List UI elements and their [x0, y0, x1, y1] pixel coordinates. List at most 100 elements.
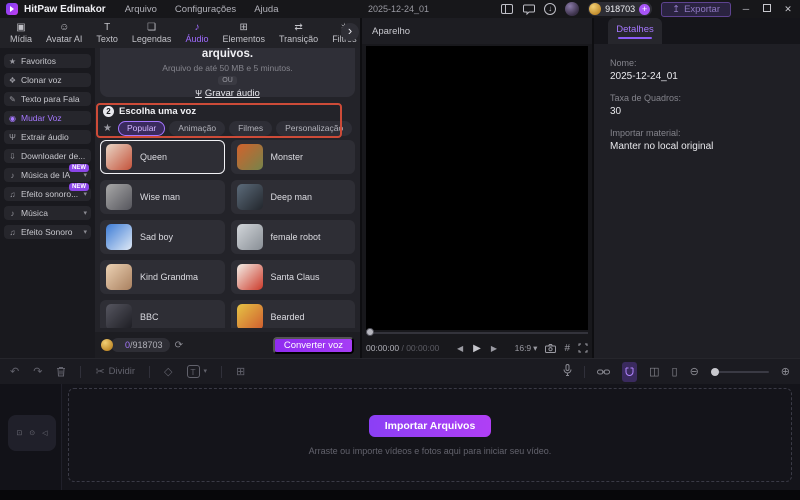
sidebar-item-musica[interactable]: ♪ Música ▾: [4, 206, 91, 220]
refresh-icon[interactable]: ⟳: [175, 340, 183, 351]
voice-card-santa-claus[interactable]: Santa Claus: [230, 260, 355, 294]
text-tool-button[interactable]: T ▾: [186, 365, 207, 378]
add-credits-icon[interactable]: +: [639, 3, 651, 15]
sidebar-item-downloader[interactable]: ⇩ Downloader de...: [4, 149, 91, 163]
voice-card-monster[interactable]: Monster: [230, 140, 355, 174]
voice-avatar: [236, 184, 263, 210]
window-bottom-edge: [0, 490, 800, 500]
tab-legendas[interactable]: ❏ Legendas: [126, 18, 178, 48]
microphone-icon: Ψ: [9, 132, 16, 142]
previous-frame-icon[interactable]: ◀: [457, 344, 463, 353]
seek-bar[interactable]: [366, 332, 588, 334]
voice-card-deep-man[interactable]: Deep man: [230, 180, 355, 214]
snapshot-icon[interactable]: [545, 343, 557, 353]
app-logo-icon: [6, 3, 18, 15]
tab-texto[interactable]: T Texto: [90, 18, 124, 48]
caret-down-icon: ▾: [83, 229, 87, 236]
menu-configuracoes[interactable]: Configurações: [166, 4, 245, 15]
maximize-button[interactable]: [761, 4, 773, 14]
zoom-slider-handle[interactable]: [710, 367, 719, 376]
sidebar-item-favoritos[interactable]: ★ Favoritos: [4, 54, 91, 68]
seek-handle[interactable]: [366, 328, 374, 336]
credits-badge[interactable]: 918703 +: [588, 2, 653, 16]
video-viewport[interactable]: [366, 46, 588, 330]
speaker-icon[interactable]: ◁: [42, 429, 47, 437]
timeline-zoom-slider[interactable]: [710, 367, 769, 376]
text-tool-icon: T: [186, 365, 200, 378]
delete-icon[interactable]: [56, 366, 66, 377]
layout-panels-icon[interactable]: [500, 3, 513, 16]
downloader-icon: ⇩: [9, 151, 16, 161]
voiceover-microphone-icon[interactable]: [563, 363, 572, 381]
voice-card-kind-grandma[interactable]: Kind Grandma: [100, 260, 225, 294]
sidebar-item-efeito-sonoro[interactable]: ♫ Efeito Sonoro ▾: [4, 225, 91, 239]
snap-icon[interactable]: [622, 361, 638, 382]
sidebar-item-mudar-voz[interactable]: ◉ Mudar Voz: [4, 111, 91, 125]
category-tab-popular[interactable]: Popular: [117, 121, 166, 136]
ripple-edit-icon[interactable]: ◫: [649, 365, 659, 378]
ribbon-more-button[interactable]: ›: [341, 23, 359, 41]
titlebar: HitPaw Edimakor Arquivo Configurações Aj…: [0, 0, 800, 18]
voice-card-queen[interactable]: Queen: [100, 140, 225, 174]
new-badge: NEW: [69, 164, 89, 172]
sidebar-item-musica-de-ia[interactable]: ♪ Música de IA ▾ NEW: [4, 164, 91, 182]
menu-arquivo[interactable]: Arquivo: [116, 4, 166, 15]
voice-avatar: [236, 144, 263, 170]
voice-card-sad-boy[interactable]: Sad boy: [100, 220, 225, 254]
separator: [584, 365, 586, 378]
tab-elementos[interactable]: ⊞ Elementos: [216, 18, 271, 48]
menu-ajuda[interactable]: Ajuda: [245, 4, 287, 15]
safe-area-grid-icon[interactable]: #: [564, 343, 570, 354]
sidebar-item-texto-para-fala[interactable]: ✎ Texto para Fala: [4, 92, 91, 106]
export-button[interactable]: ↥ Exportar: [661, 1, 731, 17]
next-frame-icon[interactable]: ▶: [491, 344, 497, 353]
sidebar-item-extrair-audio[interactable]: Ψ Extrair áudio: [4, 130, 91, 144]
zoom-in-icon[interactable]: ⊕: [781, 365, 790, 378]
link-clips-icon[interactable]: [597, 363, 611, 381]
sidebar-item-efeito-sonoro-ia[interactable]: ♫ Efeito sonoro... ▾ NEW: [4, 183, 91, 201]
play-icon[interactable]: ▶: [473, 343, 481, 354]
import-files-button[interactable]: Importar Arquivos: [369, 414, 491, 437]
add-frame-icon[interactable]: ⊞: [236, 366, 245, 378]
sidebar-item-clonar-voz[interactable]: ❖ Clonar voz: [4, 73, 91, 87]
timeline-toolbar: ↶ ↷ ✂ Dividir ◇ T ▾ ⊞ ◫ ▯ ⊖ ⊕: [0, 358, 800, 384]
tab-midia[interactable]: ▣ Mídia: [4, 18, 38, 48]
voice-card-female-robot[interactable]: female robot: [230, 220, 355, 254]
redo-icon[interactable]: ↷: [33, 366, 42, 378]
tab-detalhes[interactable]: Detalhes: [608, 18, 662, 44]
audio-icon: ♪: [194, 22, 200, 33]
zoom-out-icon[interactable]: ⊖: [690, 365, 699, 378]
tab-audio[interactable]: ♪ Áudio: [179, 18, 214, 48]
tab-transicao[interactable]: ⇄ Transição: [273, 18, 324, 48]
minimize-button[interactable]: ─: [740, 4, 752, 14]
category-tab-personalizacao[interactable]: Personalização: [276, 121, 353, 136]
voice-card-bbc[interactable]: BBC: [100, 300, 225, 328]
lock-icon[interactable]: ⊡: [16, 429, 22, 437]
split-button[interactable]: ✂ Dividir: [95, 366, 135, 378]
voice-card-wise-man[interactable]: Wise man: [100, 180, 225, 214]
voice-changer-panel: arquivos. Arquivo de até 50 MB e 5 minut…: [95, 48, 360, 358]
mask-icon[interactable]: ◇: [164, 366, 172, 378]
feedback-icon[interactable]: [522, 3, 535, 16]
close-button[interactable]: ✕: [782, 4, 794, 15]
upload-hint: Arquivo de até 50 MB e 5 minutos.: [162, 63, 293, 73]
timeline-dropzone[interactable]: Importar Arquivos Arraste ou importe víd…: [68, 388, 792, 482]
record-audio-link[interactable]: Ψ Gravar áudio: [195, 88, 260, 99]
favorites-star-icon[interactable]: ★: [103, 123, 112, 134]
user-avatar[interactable]: [565, 2, 580, 16]
range-select-icon[interactable]: ▯: [672, 365, 678, 378]
coin-icon: [589, 3, 602, 15]
aspect-ratio-dropdown[interactable]: 16:9 ▾: [515, 343, 538, 354]
download-icon[interactable]: ↓: [544, 3, 557, 15]
eye-icon[interactable]: ⊙: [29, 429, 35, 437]
category-tab-filmes[interactable]: Filmes: [229, 121, 273, 136]
category-tab-animacao[interactable]: Animação: [169, 121, 226, 136]
tab-avatar-ai[interactable]: ☺ Avatar AI: [40, 18, 88, 48]
media-icon: ▣: [16, 22, 26, 33]
fullscreen-icon[interactable]: [578, 343, 588, 353]
undo-icon[interactable]: ↶: [10, 366, 19, 378]
upload-dropzone[interactable]: arquivos. Arquivo de até 50 MB e 5 minut…: [100, 48, 355, 99]
voice-card-bearded[interactable]: Bearded: [230, 300, 355, 328]
convert-voice-button[interactable]: Converter voz: [272, 336, 354, 354]
change-voice-icon: ◉: [9, 113, 16, 123]
